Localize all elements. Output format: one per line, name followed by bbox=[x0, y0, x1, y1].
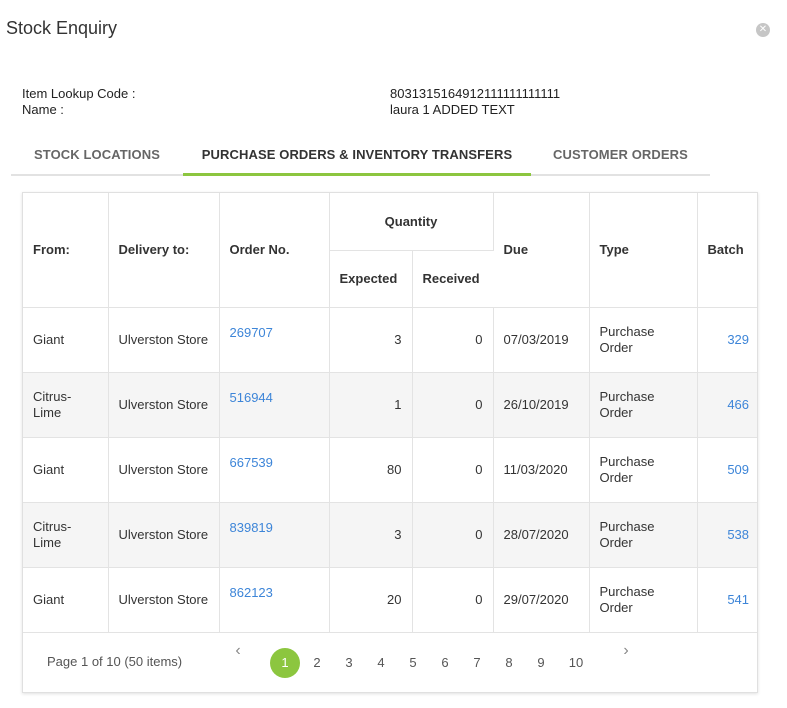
cell-received: 0 bbox=[412, 502, 494, 568]
column-header-expected: Expected bbox=[329, 250, 413, 308]
table-row: Giant Ulverston Store 269707 3 0 07/03/2… bbox=[23, 307, 757, 373]
table-row: Giant Ulverston Store 667539 80 0 11/03/… bbox=[23, 437, 757, 503]
page-5-button[interactable]: 5 bbox=[398, 648, 428, 678]
batch-link[interactable]: 466 bbox=[697, 372, 757, 438]
page-2-button[interactable]: 2 bbox=[302, 648, 332, 678]
cell-delivery-to: Ulverston Store bbox=[108, 307, 220, 373]
batch-link[interactable]: 538 bbox=[697, 502, 757, 568]
tab-stock-locations[interactable]: STOCK LOCATIONS bbox=[11, 139, 183, 176]
cell-expected: 1 bbox=[329, 372, 413, 438]
cell-from: Citrus-Lime bbox=[23, 372, 109, 438]
order-number-link[interactable]: 667539 bbox=[219, 437, 330, 503]
active-tab-indicator bbox=[183, 173, 531, 176]
page-7-button[interactable]: 7 bbox=[462, 648, 492, 678]
cell-from: Giant bbox=[23, 567, 109, 633]
orders-table: From: Delivery to: Order No. Quantity Du… bbox=[23, 193, 757, 633]
cell-due: 29/07/2020 bbox=[493, 567, 590, 633]
cell-expected: 3 bbox=[329, 307, 413, 373]
column-header-quantity: Quantity bbox=[329, 193, 494, 251]
column-header-order-no: Order No. bbox=[219, 193, 330, 308]
cell-due: 26/10/2019 bbox=[493, 372, 590, 438]
orders-card: From: Delivery to: Order No. Quantity Du… bbox=[22, 192, 758, 693]
cell-due: 28/07/2020 bbox=[493, 502, 590, 568]
table-row: Citrus-Lime Ulverston Store 516944 1 0 2… bbox=[23, 372, 757, 438]
order-number-link[interactable]: 516944 bbox=[219, 372, 330, 438]
chevron-left-icon[interactable]: ‹ bbox=[230, 641, 246, 661]
cell-received: 0 bbox=[412, 307, 494, 373]
column-header-batch: Batch bbox=[697, 193, 757, 308]
pagination-summary: Page 1 of 10 (50 items) bbox=[47, 654, 183, 669]
cell-type: Purchase Order bbox=[589, 307, 698, 373]
column-header-delivery-to: Delivery to: bbox=[108, 193, 220, 308]
cell-type: Purchase Order bbox=[589, 502, 698, 568]
column-header-type: Type bbox=[589, 193, 698, 308]
table-row: Citrus-Lime Ulverston Store 839819 3 0 2… bbox=[23, 502, 757, 568]
cell-from: Citrus-Lime bbox=[23, 502, 109, 568]
batch-link[interactable]: 329 bbox=[697, 307, 757, 373]
cell-expected: 80 bbox=[329, 437, 413, 503]
cell-from: Giant bbox=[23, 307, 109, 373]
page-title: Stock Enquiry bbox=[6, 18, 118, 38]
page-9-button[interactable]: 9 bbox=[526, 648, 556, 678]
cell-received: 0 bbox=[412, 372, 494, 438]
batch-link[interactable]: 541 bbox=[697, 567, 757, 633]
cell-delivery-to: Ulverston Store bbox=[108, 502, 220, 568]
cell-type: Purchase Order bbox=[589, 567, 698, 633]
close-icon[interactable]: ✕ bbox=[756, 23, 770, 37]
item-lookup-code-value: 8031315164912111111111111 bbox=[390, 86, 561, 101]
page-6-button[interactable]: 6 bbox=[430, 648, 460, 678]
table-row: Giant Ulverston Store 862123 20 0 29/07/… bbox=[23, 567, 757, 633]
cell-expected: 20 bbox=[329, 567, 413, 633]
item-lookup-code-label: Item Lookup Code : bbox=[22, 86, 136, 101]
cell-delivery-to: Ulverston Store bbox=[108, 567, 220, 633]
column-header-received: Received bbox=[412, 250, 494, 308]
cell-expected: 3 bbox=[329, 502, 413, 568]
page-1-button[interactable]: 1 bbox=[270, 648, 300, 678]
tab-purchase-orders-inventory-transfers[interactable]: PURCHASE ORDERS & INVENTORY TRANSFERS bbox=[183, 139, 531, 176]
cell-received: 0 bbox=[412, 437, 494, 503]
order-number-link[interactable]: 862123 bbox=[219, 567, 330, 633]
tab-customer-orders[interactable]: CUSTOMER ORDERS bbox=[531, 139, 710, 176]
order-number-link[interactable]: 839819 bbox=[219, 502, 330, 568]
batch-link[interactable]: 509 bbox=[697, 437, 757, 503]
column-header-due: Due bbox=[493, 193, 590, 308]
page-10-button[interactable]: 10 bbox=[561, 648, 591, 678]
cell-received: 0 bbox=[412, 567, 494, 633]
cell-type: Purchase Order bbox=[589, 437, 698, 503]
tab-bar: STOCK LOCATIONS PURCHASE ORDERS & INVENT… bbox=[11, 139, 710, 176]
page-4-button[interactable]: 4 bbox=[366, 648, 396, 678]
item-name-label: Name : bbox=[22, 102, 64, 117]
cell-delivery-to: Ulverston Store bbox=[108, 437, 220, 503]
cell-from: Giant bbox=[23, 437, 109, 503]
cell-type: Purchase Order bbox=[589, 372, 698, 438]
order-number-link[interactable]: 269707 bbox=[219, 307, 330, 373]
cell-due: 07/03/2019 bbox=[493, 307, 590, 373]
page-3-button[interactable]: 3 bbox=[334, 648, 364, 678]
column-header-from: From: bbox=[23, 193, 109, 308]
cell-delivery-to: Ulverston Store bbox=[108, 372, 220, 438]
item-name-value: laura 1 ADDED TEXT bbox=[390, 102, 515, 117]
chevron-right-icon[interactable]: › bbox=[618, 641, 634, 661]
page-8-button[interactable]: 8 bbox=[494, 648, 524, 678]
cell-due: 11/03/2020 bbox=[493, 437, 590, 503]
